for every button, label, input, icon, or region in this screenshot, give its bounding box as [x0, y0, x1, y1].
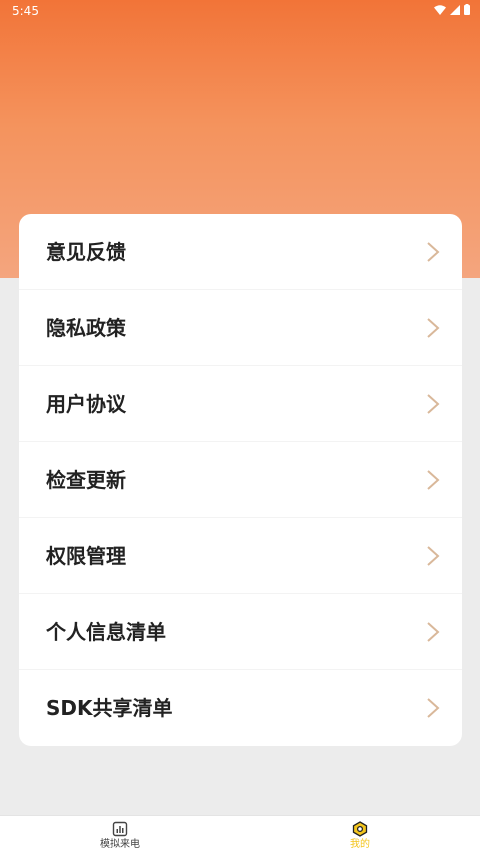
menu-item-privacy-policy[interactable]: 隐私政策: [19, 290, 462, 366]
menu-item-user-agreement[interactable]: 用户协议: [19, 366, 462, 442]
hexagon-icon: [352, 821, 368, 837]
menu-item-sdk-sharing-list[interactable]: SDK共享清单: [19, 670, 462, 746]
menu-item-check-update[interactable]: 检查更新: [19, 442, 462, 518]
chevron-right-icon: [427, 318, 440, 338]
chevron-right-icon: [427, 698, 440, 718]
nav-tab-label: 我的: [350, 839, 370, 850]
menu-item-label: 权限管理: [46, 544, 126, 568]
menu-item-label: 用户协议: [46, 392, 126, 416]
nav-tab-label: 模拟来电: [100, 839, 140, 850]
menu-item-label: 意见反馈: [46, 240, 126, 264]
menu-item-label: 检查更新: [46, 468, 126, 492]
menu-item-label: 个人信息清单: [46, 620, 166, 644]
menu-item-label: 隐私政策: [46, 316, 126, 340]
settings-card: 意见反馈 隐私政策 用户协议 检查更新 权限管理 个人信息清单 SDK共享清单: [19, 214, 462, 746]
menu-item-label: SDK共享清单: [46, 696, 173, 720]
status-icons: [434, 4, 470, 15]
signal-icon: [450, 4, 460, 15]
nav-tab-mock-call[interactable]: 模拟来电: [0, 816, 240, 854]
bar-chart-icon: [112, 821, 128, 837]
battery-icon: [464, 4, 470, 15]
status-time: 5:45: [12, 4, 39, 18]
chevron-right-icon: [427, 546, 440, 566]
status-bar: 5:45: [0, 0, 480, 22]
menu-item-permissions[interactable]: 权限管理: [19, 518, 462, 594]
chevron-right-icon: [427, 394, 440, 414]
chevron-right-icon: [427, 242, 440, 262]
chevron-right-icon: [427, 622, 440, 642]
menu-item-personal-info-list[interactable]: 个人信息清单: [19, 594, 462, 670]
wifi-icon: [434, 4, 446, 15]
chevron-right-icon: [427, 470, 440, 490]
bottom-nav: 模拟来电 我的: [0, 815, 480, 854]
nav-tab-mine[interactable]: 我的: [240, 816, 480, 854]
menu-item-feedback[interactable]: 意见反馈: [19, 214, 462, 290]
